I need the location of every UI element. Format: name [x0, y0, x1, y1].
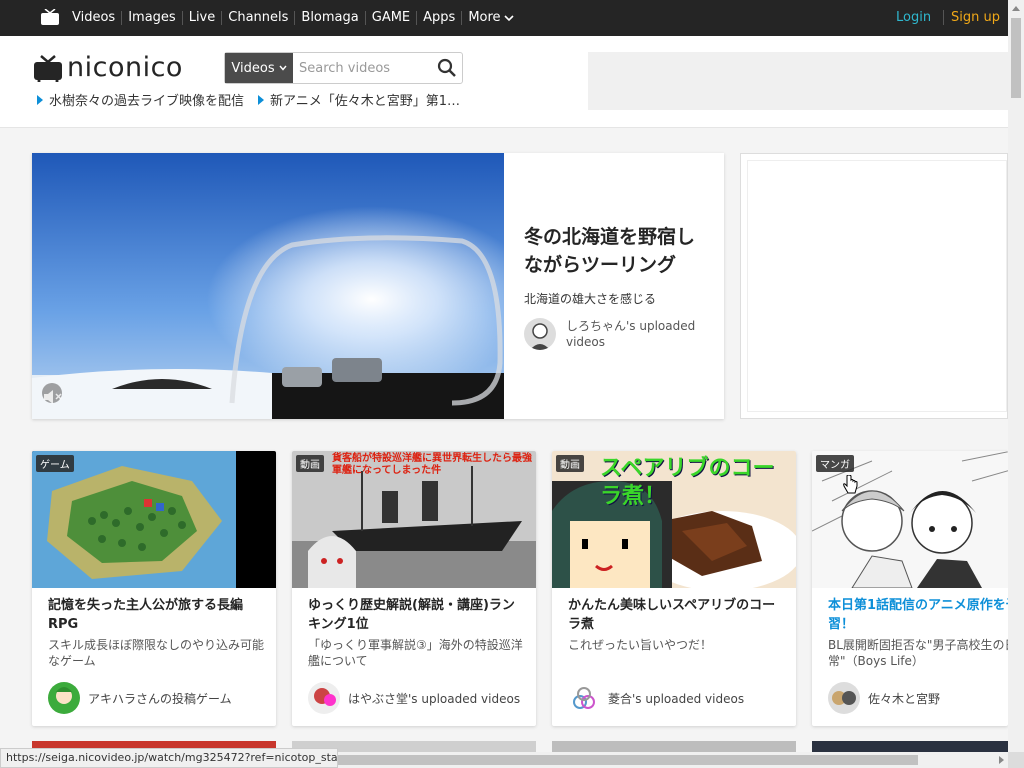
nav-channels[interactable]: Channels — [221, 11, 294, 25]
avatar — [568, 682, 600, 714]
content-card[interactable]: ゲーム 記憶を失った主人公が旅する長編RPG スキル成長ほぼ際限なしのやり込み可… — [32, 451, 276, 726]
featured-uploader[interactable]: しろちゃん's uploaded videos — [524, 318, 716, 350]
card-user[interactable]: 菱合's uploaded videos — [568, 682, 744, 714]
card-description: これぜったい旨いやつだ！ — [568, 638, 713, 652]
site-header: niconico Videos 水樹奈々の過去ライブ映像を配信 新アニメ「佐々木… — [0, 36, 1008, 128]
search-icon[interactable] — [437, 58, 457, 78]
login-link[interactable]: Login — [896, 10, 931, 25]
avatar — [828, 682, 860, 714]
category-badge: マンガ — [816, 455, 854, 472]
avatar — [524, 318, 556, 350]
news-item[interactable]: 水樹奈々の過去ライブ映像を配信 — [37, 90, 244, 109]
card-description: 「ゆっくり軍事解説③」海外の特設巡洋艦について — [308, 638, 523, 668]
content-card[interactable]: 動画 貨客船が特設巡洋艦に異世界転生したら最強軍艦になってしまった件 ゆっくり歴… — [292, 451, 536, 726]
scroll-up-icon[interactable] — [1012, 6, 1020, 11]
scrollbar-corner — [1008, 752, 1024, 768]
chevron-down-icon — [503, 15, 514, 22]
top-bar: Videos Images Live Channels Blomaga GAME… — [0, 0, 1008, 36]
avatar — [308, 682, 340, 714]
card-description: スキル成長ほぼ際限なしのやり込み可能なゲーム — [48, 638, 265, 668]
header-ad-area — [588, 52, 1008, 110]
news-ticker: 水樹奈々の過去ライブ映像を配信 新アニメ「佐々木と宮野」第1… — [37, 90, 460, 109]
vertical-scrollbar[interactable] — [1008, 0, 1024, 752]
card-thumbnail[interactable]: 動画 貨客船が特設巡洋艦に異世界転生したら最強軍艦になってしまった件 — [292, 451, 536, 588]
news-item-text: 水樹奈々の過去ライブ映像を配信 — [49, 94, 245, 109]
thumbnail-caption: 貨客船が特設巡洋艦に異世界転生したら最強軍艦になってしまった件 — [332, 453, 532, 476]
news-item[interactable]: 新アニメ「佐々木と宮野」第1… — [258, 90, 460, 109]
card-title[interactable]: かんたん美味しいスペアリブのコーラ煮 — [568, 596, 784, 634]
nav-videos[interactable]: Videos — [66, 11, 121, 25]
horizontal-scroll-thumb[interactable] — [338, 755, 918, 765]
niconico-tv-icon[interactable] — [41, 9, 59, 25]
hand-cursor-icon — [843, 475, 858, 494]
card-thumbnail[interactable]: ゲーム — [32, 451, 276, 588]
card-user-name: 菱合's uploaded videos — [608, 691, 745, 706]
featured-description: 北海道の雄大さを感じる — [524, 292, 657, 306]
card-thumbnail[interactable]: 動画 スペアリブのコーラ煮！ — [552, 451, 796, 588]
nav-apps[interactable]: Apps — [416, 11, 461, 25]
avatar — [48, 682, 80, 714]
triangle-right-icon — [37, 94, 43, 105]
card-title[interactable]: ゆっくり歴史解説(解説・講座)ランキング1位 — [308, 596, 524, 634]
card-title[interactable]: 本日第1話配信のアニメ原作を予習！ — [828, 596, 1008, 634]
triangle-right-icon — [258, 94, 265, 105]
featured-thumbnail[interactable] — [32, 153, 504, 419]
card-thumbnail[interactable]: マンガ — [812, 451, 1008, 588]
top-nav: Videos Images Live Channels Blomaga GAME… — [66, 0, 520, 36]
card-user-name: アキハラさんの投稿ゲーム — [88, 691, 232, 706]
nav-game[interactable]: GAME — [364, 11, 416, 25]
nav-more-label: More — [468, 10, 501, 25]
mute-icon[interactable] — [42, 387, 64, 407]
niconico-logo[interactable]: niconico — [33, 52, 183, 83]
card-description: BL展開断固拒否な"男子高校生の日常"（Boys Life） — [828, 638, 1008, 668]
horizontal-scrollbar[interactable] — [338, 752, 1008, 768]
featured-video[interactable]: 冬の北海道を野宿しながらツーリング 北海道の雄大さを感じる しろちゃん's up… — [32, 153, 724, 419]
search-type-select[interactable]: Videos — [225, 53, 293, 83]
search-box: Videos — [224, 52, 463, 84]
nav-live[interactable]: Live — [181, 11, 222, 25]
logo-text: niconico — [67, 52, 183, 83]
card-user-name: はやぶさ堂's uploaded videos — [348, 691, 521, 706]
search-type-label: Videos — [231, 60, 275, 76]
nav-blomaga[interactable]: Blomaga — [294, 11, 364, 25]
side-ad-area — [740, 153, 1008, 419]
category-badge: 動画 — [296, 455, 324, 472]
chevron-down-icon — [279, 65, 287, 71]
nav-more[interactable]: More — [461, 11, 519, 25]
news-item-text: 新アニメ「佐々木と宮野」第1… — [270, 94, 461, 109]
uploader-name: しろちゃん's uploaded videos — [566, 319, 696, 349]
category-badge: 動画 — [556, 455, 584, 472]
signup-link[interactable]: Sign up — [943, 10, 1000, 25]
niconico-tv-logo-icon — [34, 54, 62, 82]
card-title[interactable]: 記憶を失った主人公が旅する長編RPG — [48, 596, 264, 634]
featured-title[interactable]: 冬の北海道を野宿しながらツーリング — [524, 223, 710, 279]
winter-road-image — [32, 153, 504, 419]
card-user-name: 佐々木と宮野 — [868, 691, 941, 706]
card-user[interactable]: アキハラさんの投稿ゲーム — [48, 682, 232, 714]
card-user[interactable]: 佐々木と宮野 — [828, 682, 940, 714]
search-input[interactable] — [297, 55, 431, 81]
card-user[interactable]: はやぶさ堂's uploaded videos — [308, 682, 520, 714]
nav-images[interactable]: Images — [121, 11, 182, 25]
content-card[interactable]: マンガ 本日第1話配信のアニメ原作を予習！ BL展開断固拒否な"男子高校生の日常… — [812, 451, 1008, 726]
status-bar-url: https://seiga.nicovideo.jp/watch/mg32547… — [0, 748, 338, 768]
category-badge: ゲーム — [36, 455, 74, 472]
scroll-right-icon[interactable] — [999, 756, 1004, 764]
thumbnail-caption: スペアリブのコーラ煮！ — [600, 456, 775, 509]
vertical-scroll-thumb[interactable] — [1011, 18, 1021, 98]
side-ad-frame — [747, 160, 1007, 412]
content-card[interactable]: 動画 スペアリブのコーラ煮！ かんたん美味しいスペアリブのコーラ煮 これぜったい… — [552, 451, 796, 726]
